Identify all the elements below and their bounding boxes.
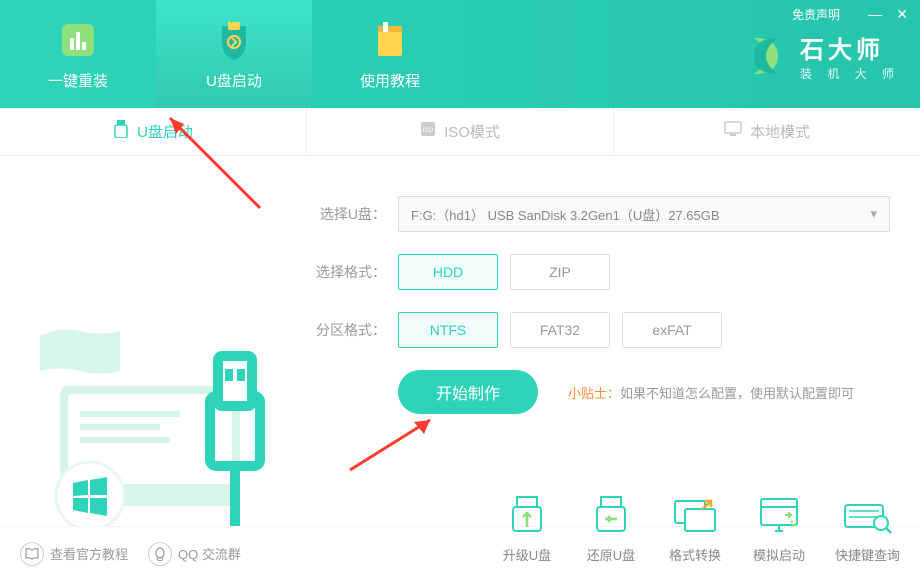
select-disk-label: 选择U盘： xyxy=(310,204,386,224)
tool-label: 快捷键查询 xyxy=(835,545,900,564)
partition-option-fat32[interactable]: FAT32 xyxy=(510,312,610,348)
close-button[interactable]: ✕ xyxy=(896,6,908,23)
brand-subtitle: 装 机 大 师 xyxy=(800,65,900,82)
nav-reinstall[interactable]: 一键重装 xyxy=(0,0,156,108)
form-area: 选择U盘： F:G:（hd1） USB SanDisk 3.2Gen1（U盘）2… xyxy=(300,156,920,526)
qq-icon xyxy=(148,542,172,566)
disclaimer-link[interactable]: 免责声明 xyxy=(792,6,840,23)
illustration-panel xyxy=(0,156,300,526)
tab-local-mode[interactable]: 本地模式 xyxy=(614,108,920,155)
start-button[interactable]: 开始制作 xyxy=(398,370,538,414)
chart-icon xyxy=(56,18,100,62)
tool-label: 升级U盘 xyxy=(503,545,551,564)
nav-tutorial[interactable]: 使用教程 xyxy=(312,0,468,108)
partition-option-ntfs[interactable]: NTFS xyxy=(398,312,498,348)
footer-tutorial-link[interactable]: 查看官方教程 xyxy=(20,542,128,566)
format-convert-icon xyxy=(667,493,723,537)
app-header: 一键重装 U盘启动 使用教程 免责声明 — ✕ 石大师 装 机 大 师 xyxy=(0,0,920,108)
tool-hotkey-lookup[interactable]: 快捷键查询 xyxy=(835,493,900,564)
nav-label: 一键重装 xyxy=(48,70,108,91)
brand: 石大师 装 机 大 师 xyxy=(742,30,900,82)
partition-option-exfat[interactable]: exFAT xyxy=(622,312,722,348)
chevron-down-icon: ▾ xyxy=(870,206,877,222)
main-content: 选择U盘： F:G:（hd1） USB SanDisk 3.2Gen1（U盘）2… xyxy=(0,156,920,526)
brand-title: 石大师 xyxy=(800,30,900,65)
tab-label: 本地模式 xyxy=(750,121,810,142)
disk-select[interactable]: F:G:（hd1） USB SanDisk 3.2Gen1（U盘）27.65GB… xyxy=(398,196,890,232)
svg-text:ISO: ISO xyxy=(423,128,434,134)
tool-format-convert[interactable]: 格式转换 xyxy=(667,493,723,564)
usb-icon xyxy=(113,120,129,143)
upgrade-usb-icon xyxy=(499,493,555,537)
window-controls: — ✕ xyxy=(868,6,908,23)
brand-logo-icon xyxy=(742,32,790,80)
disk-select-value: F:G:（hd1） USB SanDisk 3.2Gen1（U盘）27.65GB xyxy=(411,205,720,224)
tab-label: ISO模式 xyxy=(444,121,500,142)
minimize-button[interactable]: — xyxy=(868,6,882,23)
footer-qq-link[interactable]: QQ 交流群 xyxy=(148,542,241,566)
book-open-icon xyxy=(20,542,44,566)
local-icon xyxy=(724,121,742,142)
restore-usb-icon xyxy=(583,493,639,537)
format-option-zip[interactable]: ZIP xyxy=(510,254,610,290)
nav-label: 使用教程 xyxy=(360,70,420,91)
simulate-boot-icon xyxy=(751,493,807,537)
format-label: 选择格式： xyxy=(310,262,386,282)
tip-text: 小贴士：如果不知道怎么配置，使用默认配置即可 xyxy=(568,383,854,402)
usb-shield-icon xyxy=(212,18,256,62)
tool-simulate-boot[interactable]: 模拟启动 xyxy=(751,493,807,564)
tool-restore-usb[interactable]: 还原U盘 xyxy=(583,493,639,564)
tool-label: 格式转换 xyxy=(669,545,721,564)
iso-icon: ISO xyxy=(420,121,436,142)
tab-label: U盘启动 xyxy=(137,121,193,142)
book-icon xyxy=(368,18,412,62)
nav-label: U盘启动 xyxy=(206,70,262,91)
tool-upgrade-usb[interactable]: 升级U盘 xyxy=(499,493,555,564)
format-option-hdd[interactable]: HDD xyxy=(398,254,498,290)
tip-label: 小贴士： xyxy=(568,386,620,401)
tool-label: 模拟启动 xyxy=(753,545,805,564)
tool-label: 还原U盘 xyxy=(587,545,635,564)
partition-label: 分区格式： xyxy=(310,320,386,340)
nav-usb-boot[interactable]: U盘启动 xyxy=(156,0,312,108)
tools-row: 升级U盘 还原U盘 格式转换 模拟启动 快捷键查询 xyxy=(499,493,900,564)
footer-link-label: 查看官方教程 xyxy=(50,544,128,563)
sub-tabs: U盘启动 ISO ISO模式 本地模式 xyxy=(0,108,920,156)
tab-iso-mode[interactable]: ISO ISO模式 xyxy=(307,108,614,155)
tab-usb-boot[interactable]: U盘启动 xyxy=(0,108,307,155)
footer-link-label: QQ 交流群 xyxy=(178,544,241,563)
hotkey-icon xyxy=(839,493,895,537)
